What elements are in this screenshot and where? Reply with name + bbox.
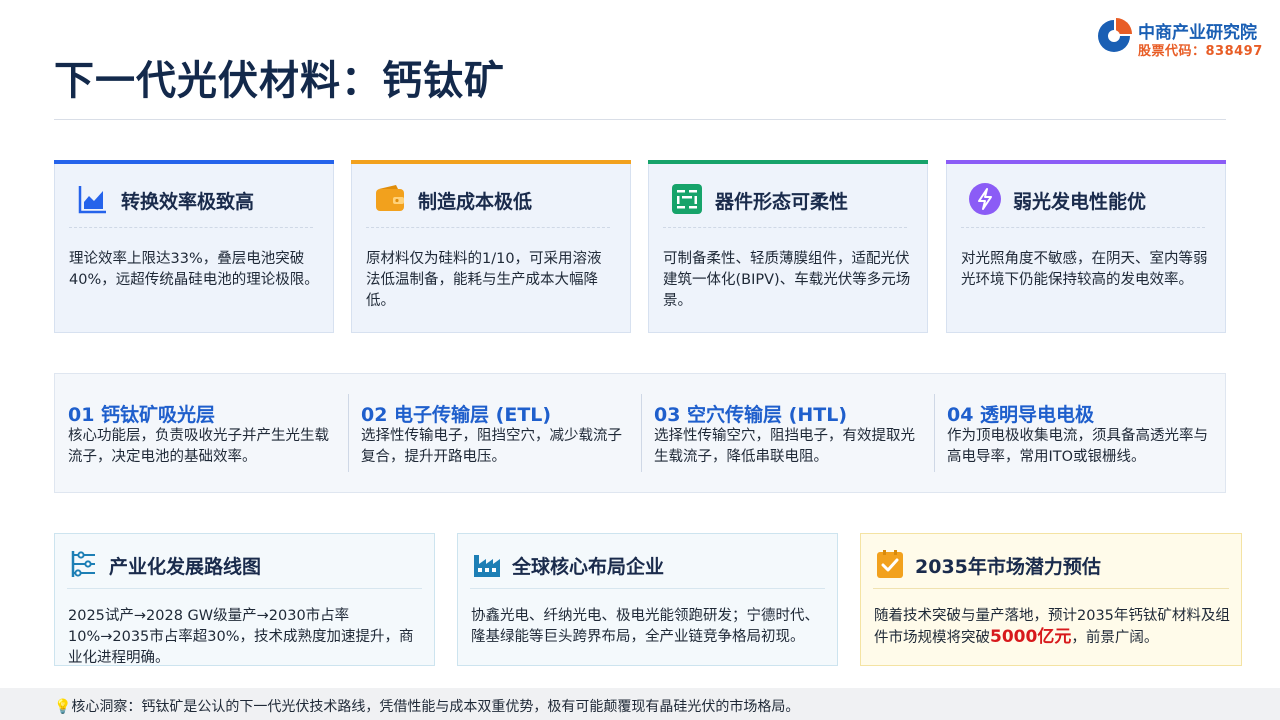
feature-title: 弱光发电性能优 — [1013, 191, 1147, 213]
footer-insight: 💡核心洞察：钙钛矿是公认的下一代光伏技术路线，凭借性能与成本双重优势，极有可能颠… — [54, 699, 800, 715]
layer-item: 02 电子传输层 (ETL) 选择性传输电子，阻挡空穴，减少载流子复合，提升开路… — [348, 374, 641, 492]
card-title: 全球核心布局企业 — [512, 556, 665, 578]
card-divider — [873, 588, 1229, 589]
footer-bar: 💡核心洞察：钙钛矿是公认的下一代光伏技术路线，凭借性能与成本双重优势，极有可能颠… — [0, 688, 1280, 720]
card-description: 协鑫光电、纤纳光电、极电光能领跑研发；宁德时代、隆基绿能等巨头跨界布局，全产业链… — [471, 608, 819, 645]
panel-icon — [672, 184, 702, 214]
layer-description: 选择性传输空穴，阻挡电子，有效提取光生载流子，降低串联电阻。 — [654, 428, 915, 465]
layer-item: 04 透明导电电极 作为顶电极收集电流，须具备高透光率与高电导率，常用ITO或银… — [934, 374, 1227, 492]
checkbox-icon — [877, 550, 903, 578]
layer-description: 核心功能层，负责吸收光子并产生光生载流子，决定电池的基础效率。 — [68, 428, 329, 465]
card-description: 2025试产→2028 GW级量产→2030市占率10%→2035市占率超30%… — [68, 608, 414, 666]
market-size-highlight: 5000亿元 — [990, 627, 1072, 647]
feature-description: 原材料仅为硅料的1/10，可采用溶液法低温制备，能耗与生产成本大幅降低。 — [366, 251, 602, 309]
card-divider — [67, 588, 422, 589]
card-title: 产业化发展路线图 — [109, 556, 262, 578]
layer-item: 01 钙钛矿吸光层 核心功能层，负责吸收光子并产生光生载流子，决定电池的基础效率… — [55, 374, 348, 492]
feature-title: 器件形态可柔性 — [715, 191, 849, 213]
feature-card-low-light: 弱光发电性能优 对光照角度不敏感，在阴天、室内等弱光环境下仍能保持较高的发电效率… — [946, 160, 1226, 333]
chart-icon — [78, 186, 106, 214]
page-title: 下一代光伏材料：钙钛矿 — [54, 58, 505, 104]
feature-divider — [69, 227, 313, 228]
layer-separator — [348, 394, 349, 472]
layer-title: 01 钙钛矿吸光层 — [68, 404, 216, 426]
layer-item: 03 空穴传输层 (HTL) 选择性传输空穴，阻挡电子，有效提取光生载流子，降低… — [641, 374, 934, 492]
feature-accent-bar — [946, 160, 1226, 164]
layer-separator — [641, 394, 642, 472]
layer-separator — [934, 394, 935, 472]
feature-accent-bar — [351, 160, 631, 164]
layer-description: 作为顶电极收集电流，须具备高透光率与高电导率，常用ITO或银栅线。 — [947, 428, 1208, 465]
roadmap-card: 产业化发展路线图 2025试产→2028 GW级量产→2030市占率10%→20… — [54, 533, 435, 666]
layer-title: 04 透明导电电极 — [947, 404, 1095, 426]
feature-card-flexible: 器件形态可柔性 可制备柔性、轻质薄膜组件，适配光伏建筑一体化(BIPV)、车载光… — [648, 160, 928, 333]
layer-title: 03 空穴传输层 (HTL) — [654, 404, 848, 426]
wallet-icon — [376, 185, 404, 211]
card-title: 2035年市场潜力预估 — [915, 556, 1101, 578]
layer-title: 02 电子传输层 (ETL) — [361, 404, 552, 426]
feature-description: 对光照角度不敏感，在阴天、室内等弱光环境下仍能保持较高的发电效率。 — [961, 251, 1208, 288]
forecast-card: 2035年市场潜力预估 随着技术突破与量产落地，预计2035年钙钛矿材料及组件市… — [860, 533, 1242, 666]
feature-divider — [366, 227, 610, 228]
layer-structure-panel: 01 钙钛矿吸光层 核心功能层，负责吸收光子并产生光生载流子，决定电池的基础效率… — [54, 373, 1226, 493]
feature-divider — [961, 227, 1205, 228]
lightning-icon — [969, 183, 1001, 215]
feature-card-cost: 制造成本极低 原材料仅为硅料的1/10，可采用溶液法低温制备，能耗与生产成本大幅… — [351, 160, 631, 333]
logo-mark-icon — [1098, 18, 1132, 52]
feature-card-efficiency: 转换效率极致高 理论效率上限达33%，叠层电池突破40%，远超传统晶硅电池的理论… — [54, 160, 334, 333]
title-divider — [54, 119, 1226, 120]
feature-divider — [663, 227, 907, 228]
card-divider — [470, 588, 825, 589]
companies-card: 全球核心布局企业 协鑫光电、纤纳光电、极电光能领跑研发；宁德时代、隆基绿能等巨头… — [457, 533, 838, 666]
feature-description: 可制备柔性、轻质薄膜组件，适配光伏建筑一体化(BIPV)、车载光伏等多元场景。 — [663, 251, 911, 309]
forecast-text-post: ，前景广阔。 — [1071, 630, 1159, 646]
feature-title: 制造成本极低 — [418, 191, 533, 213]
factory-icon — [474, 555, 500, 577]
logo-stock-code: 股票代码：838497 — [1138, 44, 1263, 59]
feature-title: 转换效率极致高 — [121, 191, 255, 213]
feature-accent-bar — [648, 160, 928, 164]
layer-description: 选择性传输电子，阻挡空穴，减少载流子复合，提升开路电压。 — [361, 428, 622, 465]
company-logo: 中商产业研究院 股票代码：838497 — [1096, 16, 1280, 60]
feature-description: 理论效率上限达33%，叠层电池突破40%，远超传统晶硅电池的理论极限。 — [69, 251, 319, 288]
roadmap-icon — [71, 551, 95, 577]
card-description: 随着技术突破与量产落地，预计2035年钙钛矿材料及组件市场规模将突破5000亿元… — [874, 606, 1233, 649]
feature-accent-bar — [54, 160, 334, 164]
